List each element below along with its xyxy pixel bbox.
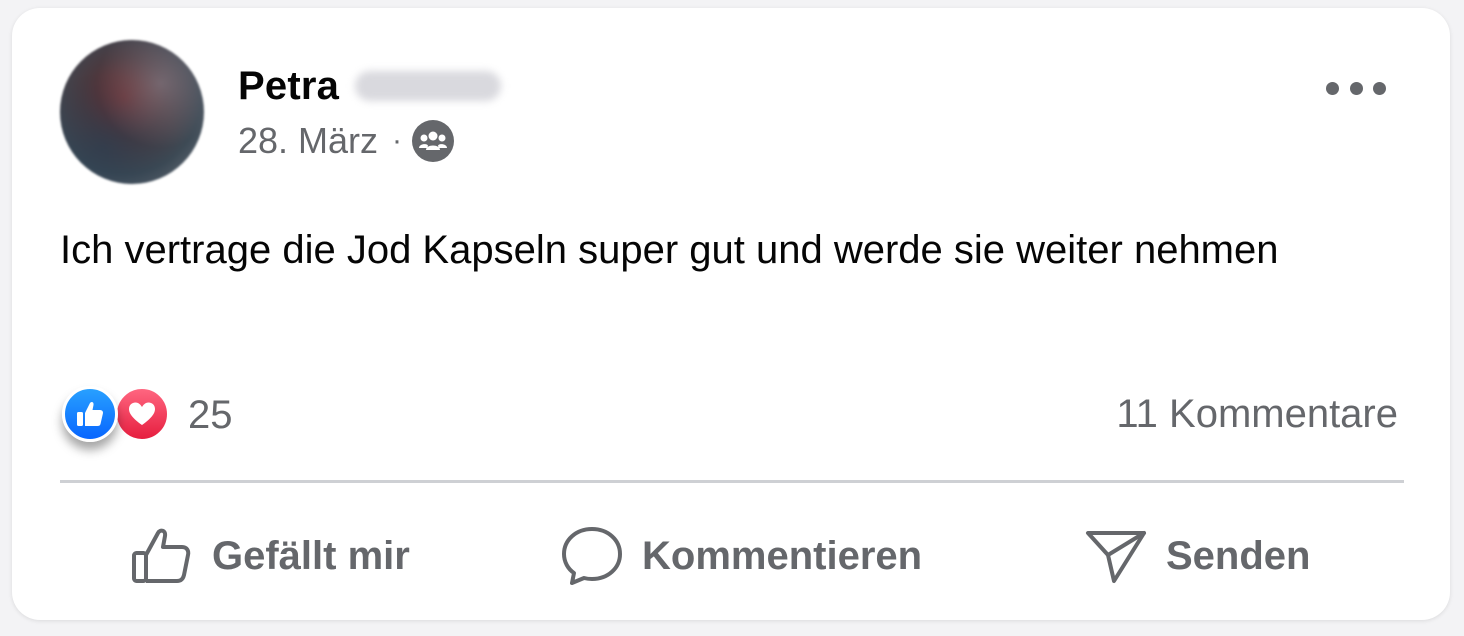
thumbs-up-icon <box>77 401 104 426</box>
comment-button[interactable]: Kommentieren <box>560 520 922 592</box>
author-last-name-redacted <box>355 71 502 101</box>
send-icon <box>1086 531 1146 583</box>
send-button[interactable]: Senden <box>1084 520 1310 592</box>
comments-count-link[interactable]: 11 Kommentare <box>1116 392 1398 437</box>
author-name-row: Petra <box>238 60 502 112</box>
comment-bubble-icon <box>562 527 622 585</box>
heart-icon <box>129 402 155 425</box>
love-reaction-icon <box>114 386 170 442</box>
post-card: Petra 28. März · Ich vertrage die Jod Ka… <box>12 8 1450 620</box>
author-avatar[interactable] <box>60 40 204 184</box>
friends-icon[interactable] <box>412 120 455 162</box>
more-options-button[interactable] <box>1326 68 1386 108</box>
comment-button-label: Kommentieren <box>642 533 923 578</box>
more-dot-icon <box>1373 81 1386 95</box>
reactions-summary[interactable]: 25 <box>62 384 233 446</box>
friends-icon-glyph <box>419 131 448 150</box>
post-meta: 28. März · <box>238 116 455 166</box>
meta-separator: · <box>392 124 403 157</box>
reaction-count: 25 <box>188 392 233 437</box>
post-date[interactable]: 28. März <box>238 120 378 162</box>
like-button-label: Gefällt mir <box>212 533 410 578</box>
thumbs-up-outline-icon <box>132 528 191 583</box>
more-dot-icon <box>1326 81 1339 95</box>
like-reaction-icon <box>62 386 118 442</box>
divider <box>60 480 1404 483</box>
more-dot-icon <box>1349 81 1363 95</box>
author-name[interactable]: Petra <box>238 64 339 109</box>
like-button[interactable]: Gefällt mir <box>130 520 410 592</box>
post-body: Ich vertrage die Jod Kapseln super gut u… <box>60 228 1279 272</box>
send-button-label: Senden <box>1166 533 1311 578</box>
reaction-icons <box>62 384 174 446</box>
